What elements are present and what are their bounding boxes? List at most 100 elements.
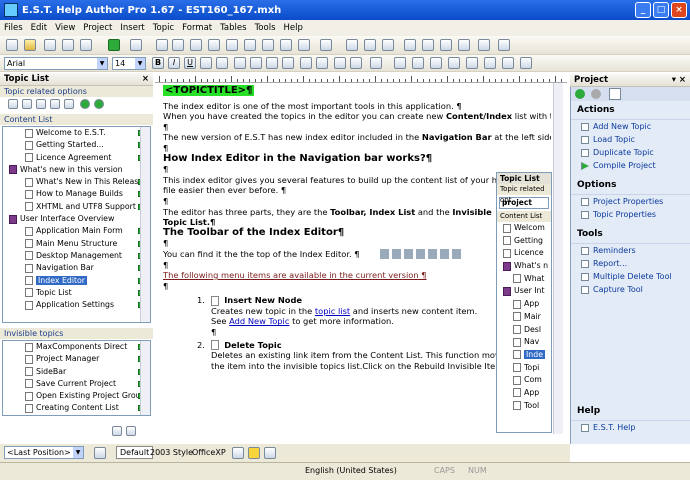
bullets-icon[interactable]: [300, 57, 312, 69]
superscript-icon[interactable]: [216, 57, 228, 69]
invisible-topic-item[interactable]: SideBar: [3, 366, 150, 378]
duplicate-topic-link[interactable]: Duplicate Topic: [571, 146, 690, 159]
italic-icon[interactable]: I: [168, 57, 180, 69]
editor-area[interactable]: <TOPICTITLE>¶ The index editor is one of…: [155, 73, 551, 433]
invisible-list-scrollbar[interactable]: [140, 341, 150, 415]
invisible-topics-list[interactable]: MaxComponents Direct Project Manager SideB…: [2, 340, 151, 416]
bold-icon[interactable]: B: [152, 57, 164, 69]
font-size-icon[interactable]: [404, 39, 416, 51]
open-folder-icon[interactable]: [24, 39, 36, 51]
cut-icon[interactable]: [172, 39, 184, 51]
position-combo[interactable]: <Last Position> ▼: [4, 446, 84, 459]
est-help-link[interactable]: E.S.T. Help: [571, 421, 690, 434]
delete-topic-icon[interactable]: [22, 99, 32, 109]
content-list-item[interactable]: Getting Started...: [3, 139, 150, 151]
arrow-right-icon[interactable]: [94, 99, 104, 109]
refresh-icon[interactable]: [64, 99, 74, 109]
copy-icon[interactable]: [190, 39, 202, 51]
list-icon[interactable]: [298, 39, 310, 51]
content-list-item[interactable]: What's new in this version: [3, 164, 150, 176]
align-center-icon[interactable]: [250, 57, 262, 69]
align-right-icon[interactable]: [266, 57, 278, 69]
numbering-icon[interactable]: [316, 57, 328, 69]
strikethrough-icon[interactable]: [200, 57, 212, 69]
content-list-item[interactable]: Welcome to E.S.T.: [3, 127, 150, 139]
menu-help[interactable]: Help: [280, 23, 307, 33]
merge-cells-icon[interactable]: [466, 57, 478, 69]
outdent-icon[interactable]: [334, 57, 346, 69]
image-icon[interactable]: [262, 39, 274, 51]
stop-icon[interactable]: [130, 39, 142, 51]
arrow-left-icon[interactable]: [80, 99, 90, 109]
menu-topic[interactable]: Topic: [149, 23, 178, 33]
undo-icon[interactable]: [156, 39, 168, 51]
content-list-item[interactable]: What's New in This Release: [3, 176, 150, 188]
menu-edit[interactable]: Edit: [27, 23, 51, 33]
rename-icon[interactable]: [36, 99, 46, 109]
content-list-item[interactable]: Licence Agreement: [3, 152, 150, 164]
run-icon[interactable]: [108, 39, 120, 51]
load-topic-link[interactable]: Load Topic: [571, 133, 690, 146]
font-size-combo[interactable]: 14 ▼: [112, 57, 146, 70]
close-button[interactable]: ×: [671, 2, 687, 18]
grid-icon[interactable]: [264, 447, 276, 459]
project-properties-link[interactable]: Project Properties: [571, 195, 690, 208]
chevron-down-icon[interactable]: ▾: [672, 74, 676, 87]
report-link[interactable]: Report...: [571, 257, 690, 270]
print-icon[interactable]: [62, 39, 74, 51]
pilcrow-icon[interactable]: [382, 39, 394, 51]
content-list-item[interactable]: Main Menu Structure: [3, 238, 150, 250]
content-list-item[interactable]: Navigation Bar: [3, 262, 150, 274]
font-color-icon[interactable]: [478, 39, 490, 51]
capture-tool-link[interactable]: Capture Tool: [571, 283, 690, 296]
borders-icon[interactable]: [520, 57, 532, 69]
table-grid-icon[interactable]: [370, 57, 382, 69]
font-name-combo[interactable]: Arial ▼: [4, 57, 108, 70]
home-icon[interactable]: [609, 88, 621, 100]
style-2003-button[interactable]: 2003 Style: [150, 447, 193, 458]
indent-icon[interactable]: [350, 57, 362, 69]
font-grow-icon[interactable]: [422, 39, 434, 51]
align-left-icon[interactable]: [234, 57, 246, 69]
menu-insert[interactable]: Insert: [116, 23, 148, 33]
content-list-item[interactable]: User Interface Overview: [3, 213, 150, 225]
star-icon[interactable]: [248, 447, 260, 459]
spell-check-icon[interactable]: [346, 39, 358, 51]
chevron-down-icon[interactable]: ▼: [73, 447, 83, 458]
menu-tables[interactable]: Tables: [216, 23, 250, 33]
add-new-topic-link[interactable]: Add New Topic: [229, 316, 289, 326]
insert-object-icon[interactable]: [320, 39, 332, 51]
content-list-scrollbar[interactable]: [140, 127, 150, 322]
split-cells-icon[interactable]: [484, 57, 496, 69]
justify-icon[interactable]: [282, 57, 294, 69]
back-icon[interactable]: [575, 89, 585, 99]
menu-project[interactable]: Project: [79, 23, 116, 33]
content-list-item[interactable]: XHTML and UTF8 Support: [3, 201, 150, 213]
bookmark-icon[interactable]: [94, 447, 106, 459]
chevron-down-icon[interactable]: ▼: [97, 58, 107, 69]
close-icon[interactable]: ×: [679, 74, 686, 87]
editor-vscroll[interactable]: [553, 83, 563, 434]
paste-icon[interactable]: [208, 39, 220, 51]
topic-properties-link[interactable]: Topic Properties: [571, 208, 690, 221]
find-icon[interactable]: [226, 39, 238, 51]
office-xp-button[interactable]: OfficeXP: [192, 447, 226, 458]
content-list-item[interactable]: Index Editor: [3, 275, 150, 287]
underline-icon[interactable]: U: [184, 57, 196, 69]
content-list-item[interactable]: Application Main Form: [3, 225, 150, 237]
menu-format[interactable]: Format: [178, 23, 216, 33]
insert-row-icon[interactable]: [412, 57, 424, 69]
properties-icon[interactable]: [50, 99, 60, 109]
invisible-topic-item[interactable]: Project Manager: [3, 353, 150, 365]
multiple-delete-tool-link[interactable]: Multiple Delete Tool: [571, 270, 690, 283]
invisible-topic-item[interactable]: Open Existing Project Group: [3, 390, 150, 402]
add-new-topic-link[interactable]: Add New Topic: [571, 120, 690, 133]
close-icon[interactable]: ×: [142, 73, 149, 86]
compile-project-link[interactable]: Compile Project: [571, 159, 690, 172]
preview-icon[interactable]: [80, 39, 92, 51]
menu-view[interactable]: View: [51, 23, 79, 33]
invisible-topic-item[interactable]: Creating Content List: [3, 402, 150, 414]
replace-icon[interactable]: [244, 39, 256, 51]
content-list-tree[interactable]: Welcome to E.S.T. Getting Started... Licen…: [2, 126, 151, 323]
text-style-icon[interactable]: [498, 39, 510, 51]
